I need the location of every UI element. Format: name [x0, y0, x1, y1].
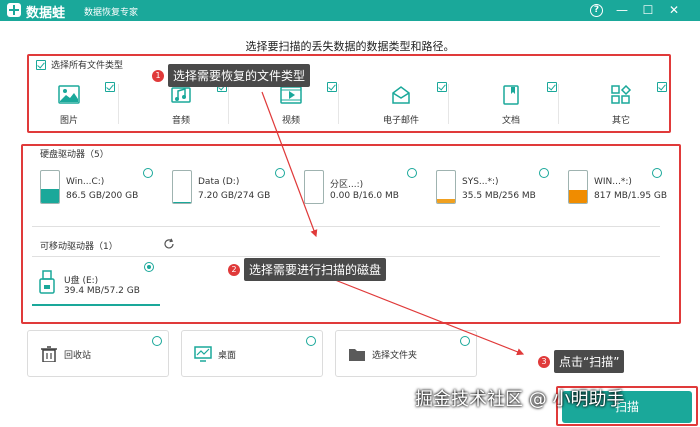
- drive-icon: [40, 170, 60, 204]
- divider: [338, 84, 339, 124]
- usb-radio[interactable]: [144, 262, 154, 272]
- drive-size: 817 MB/1.95 GB: [594, 191, 668, 201]
- file-type-email[interactable]: 电子邮件: [370, 76, 455, 128]
- location-recycle-bin[interactable]: 回收站: [27, 330, 169, 377]
- location-radio[interactable]: [152, 336, 162, 346]
- step-number: 3: [538, 355, 550, 368]
- select-all-label: 选择所有文件类型: [51, 61, 124, 71]
- other-icon: [611, 85, 632, 104]
- drive-radio[interactable]: [407, 168, 417, 178]
- video-icon: [280, 86, 302, 104]
- other-checkbox[interactable]: [657, 82, 667, 92]
- drive-size: 86.5 GB/200 GB: [66, 191, 139, 201]
- document-icon: [503, 85, 519, 105]
- drive-radio[interactable]: [275, 168, 285, 178]
- drive-radio[interactable]: [652, 168, 662, 178]
- divider: [448, 84, 449, 124]
- drive-partition[interactable]: 分区...:) 0.00 B/16.0 MB: [304, 168, 434, 220]
- drive-size: 39.4 MB/57.2 GB: [64, 286, 140, 296]
- divider: [228, 84, 229, 124]
- location-select-folder[interactable]: 选择文件夹: [335, 330, 477, 377]
- removable-drive-title: 可移动驱动器（1）: [40, 242, 118, 252]
- drive-icon: [172, 170, 192, 204]
- location-radio[interactable]: [306, 336, 316, 346]
- drive-win[interactable]: WIN...*:) 817 MB/1.95 GB: [568, 168, 698, 220]
- drive-name: Win...C:): [66, 177, 105, 187]
- location-desktop[interactable]: 桌面: [181, 330, 323, 377]
- file-type-label: 音频: [171, 116, 190, 126]
- drive-size: 0.00 B/16.0 MB: [330, 191, 399, 201]
- title-bar: 数据蛙 数据恢复专家 ? — ☐ ✕: [0, 0, 700, 21]
- app-subtitle: 数据恢复专家: [84, 8, 139, 18]
- drive-size: 35.5 MB/256 MB: [462, 191, 536, 201]
- divider: [558, 84, 559, 124]
- drive-name: 分区...:): [330, 180, 364, 190]
- file-type-document[interactable]: 文档: [480, 76, 565, 128]
- annotation-step1: 1 选择需要恢复的文件类型: [152, 64, 311, 87]
- checkbox-icon: [36, 59, 46, 70]
- instruction-text: 选择要扫描的丢失数据的数据类型和路径。: [245, 40, 455, 53]
- document-checkbox[interactable]: [547, 82, 557, 92]
- file-type-label: 图片: [59, 116, 78, 126]
- drive-d[interactable]: Data (D:) 7.20 GB/274 GB: [172, 168, 302, 220]
- location-label: 回收站: [64, 351, 92, 361]
- select-all-checkbox[interactable]: 选择所有文件类型: [36, 58, 123, 71]
- file-type-image[interactable]: 图片: [38, 76, 123, 128]
- file-type-label: 视频: [281, 116, 300, 126]
- drive-icon: [436, 170, 456, 204]
- email-icon: [392, 86, 410, 104]
- usb-drive-e[interactable]: U盘 (E:) 39.4 MB/57.2 GB: [32, 262, 160, 306]
- desktop-icon: [194, 346, 212, 362]
- step-text: 选择需要恢复的文件类型: [168, 64, 311, 87]
- drive-icon: [568, 170, 588, 204]
- video-checkbox[interactable]: [327, 82, 337, 92]
- app-name: 数据蛙: [26, 6, 66, 21]
- step-number: 2: [228, 263, 240, 276]
- annotation-step2: 2 选择需要进行扫描的磁盘: [228, 258, 387, 281]
- drive-radio[interactable]: [143, 168, 153, 178]
- close-button[interactable]: ✕: [666, 2, 682, 18]
- drive-icon: [304, 170, 324, 204]
- minimize-button[interactable]: —: [614, 2, 630, 18]
- app-logo-icon: [7, 3, 21, 17]
- recycle-bin-icon: [41, 346, 57, 362]
- location-label: 桌面: [218, 351, 237, 361]
- file-type-list: 图片 音频 视频 电子邮件 文档 其它: [38, 76, 667, 128]
- hard-drive-title: 硬盘驱动器（5）: [40, 150, 109, 160]
- drive-name: U盘 (E:): [64, 276, 99, 286]
- drive-sys[interactable]: SYS...*:) 35.5 MB/256 MB: [436, 168, 566, 220]
- image-icon: [58, 85, 80, 104]
- email-checkbox[interactable]: [437, 82, 447, 92]
- drive-name: Data (D:): [198, 177, 240, 187]
- help-button[interactable]: ?: [590, 4, 603, 17]
- drive-size: 7.20 GB/274 GB: [198, 191, 271, 201]
- location-radio[interactable]: [460, 336, 470, 346]
- divider: [118, 84, 119, 124]
- file-type-label: 文档: [501, 116, 520, 126]
- drive-radio[interactable]: [539, 168, 549, 178]
- file-type-other[interactable]: 其它: [590, 76, 675, 128]
- step-text: 点击“扫描”: [554, 350, 625, 373]
- usb-drive-icon: [39, 270, 55, 294]
- refresh-icon[interactable]: [163, 238, 175, 250]
- drive-name: SYS...*:): [462, 177, 499, 187]
- image-checkbox[interactable]: [105, 82, 115, 92]
- step-text: 选择需要进行扫描的磁盘: [244, 258, 387, 281]
- location-label: 选择文件夹: [372, 351, 418, 361]
- divider: [32, 256, 660, 257]
- divider: [32, 226, 660, 227]
- step-number: 1: [152, 69, 164, 82]
- audio-icon: [171, 87, 191, 103]
- annotation-step3: 3 点击“扫描”: [538, 350, 625, 373]
- maximize-button[interactable]: ☐: [640, 2, 656, 18]
- watermark: 掘金技术社区 @ 小明助手: [415, 389, 625, 410]
- file-type-label: 电子邮件: [382, 116, 419, 126]
- file-type-label: 其它: [611, 116, 630, 126]
- drive-name: WIN...*:): [594, 177, 632, 187]
- drive-c[interactable]: Win...C:) 86.5 GB/200 GB: [40, 168, 170, 220]
- folder-icon: [349, 349, 365, 361]
